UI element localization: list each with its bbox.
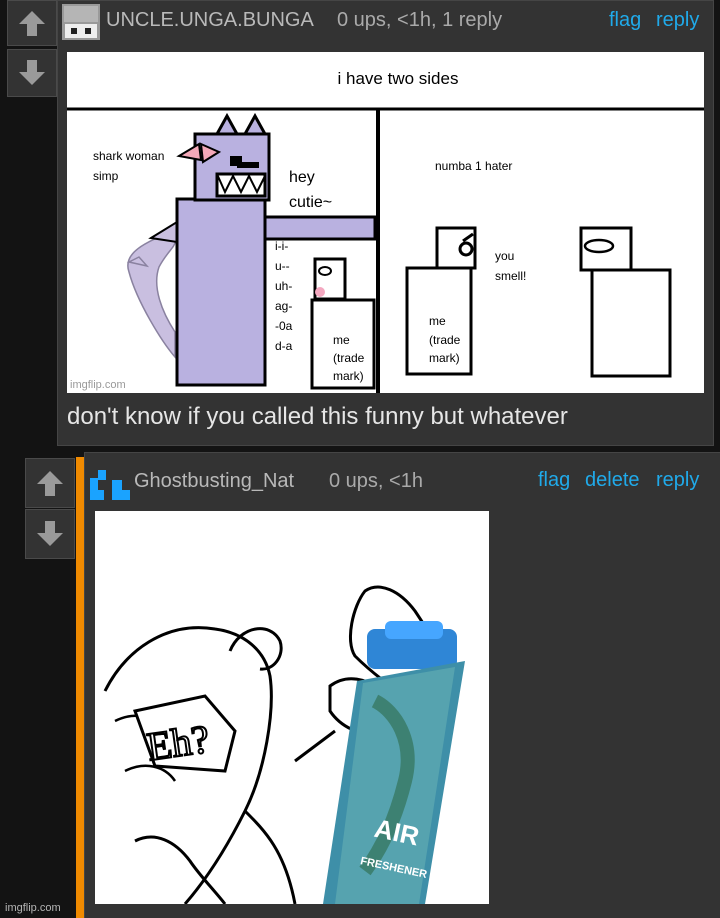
meme-image-1[interactable]: i have two sides shark woman simp hey cu… (67, 52, 704, 393)
meme-watermark: imgflip.com (70, 379, 126, 391)
reply-accent-bar (76, 457, 84, 918)
meme-drawing: i have two sides shark woman simp hey cu… (67, 52, 704, 393)
username-link[interactable]: UNCLE.UNGA.BUNGA (106, 9, 314, 32)
reply-reply-link[interactable]: reply (656, 469, 699, 492)
reply-upvote-button[interactable] (25, 458, 75, 508)
reply-username-link[interactable]: Ghostbusting_Nat (134, 470, 294, 493)
upvote-button[interactable] (7, 0, 57, 46)
arrow-up-icon (37, 471, 63, 496)
flag-link[interactable]: flag (609, 9, 641, 32)
reply-link[interactable]: reply (656, 9, 699, 32)
avatar-image (62, 4, 100, 40)
meme-header: i have two sides (338, 69, 459, 88)
arrow-down-icon (19, 60, 45, 85)
reply-meta: 0 ups, <1h (329, 470, 423, 492)
downvote-button[interactable] (7, 49, 57, 97)
reply-meme-drawing: Eh? AIR FRESHENER (95, 511, 489, 905)
meme-image-2[interactable]: Eh? AIR FRESHENER (95, 511, 489, 905)
reply-flag-link[interactable]: flag (538, 469, 570, 492)
reply-downvote-button[interactable] (25, 509, 75, 559)
arrow-down-icon (37, 521, 63, 546)
footer-watermark: imgflip.com (5, 902, 61, 914)
avatar-image (90, 470, 130, 500)
arrow-up-icon (19, 11, 45, 36)
label-numba-hater: numba 1 hater (435, 159, 512, 173)
comment-meta: 0 ups, <1h, 1 reply (337, 9, 503, 31)
reply-avatar[interactable] (90, 470, 130, 500)
avatar[interactable] (62, 4, 100, 40)
svg-text:Eh?: Eh? (144, 716, 212, 769)
comment-caption: don't know if you called this funny but … (67, 403, 568, 430)
reply-delete-link[interactable]: delete (585, 469, 640, 492)
